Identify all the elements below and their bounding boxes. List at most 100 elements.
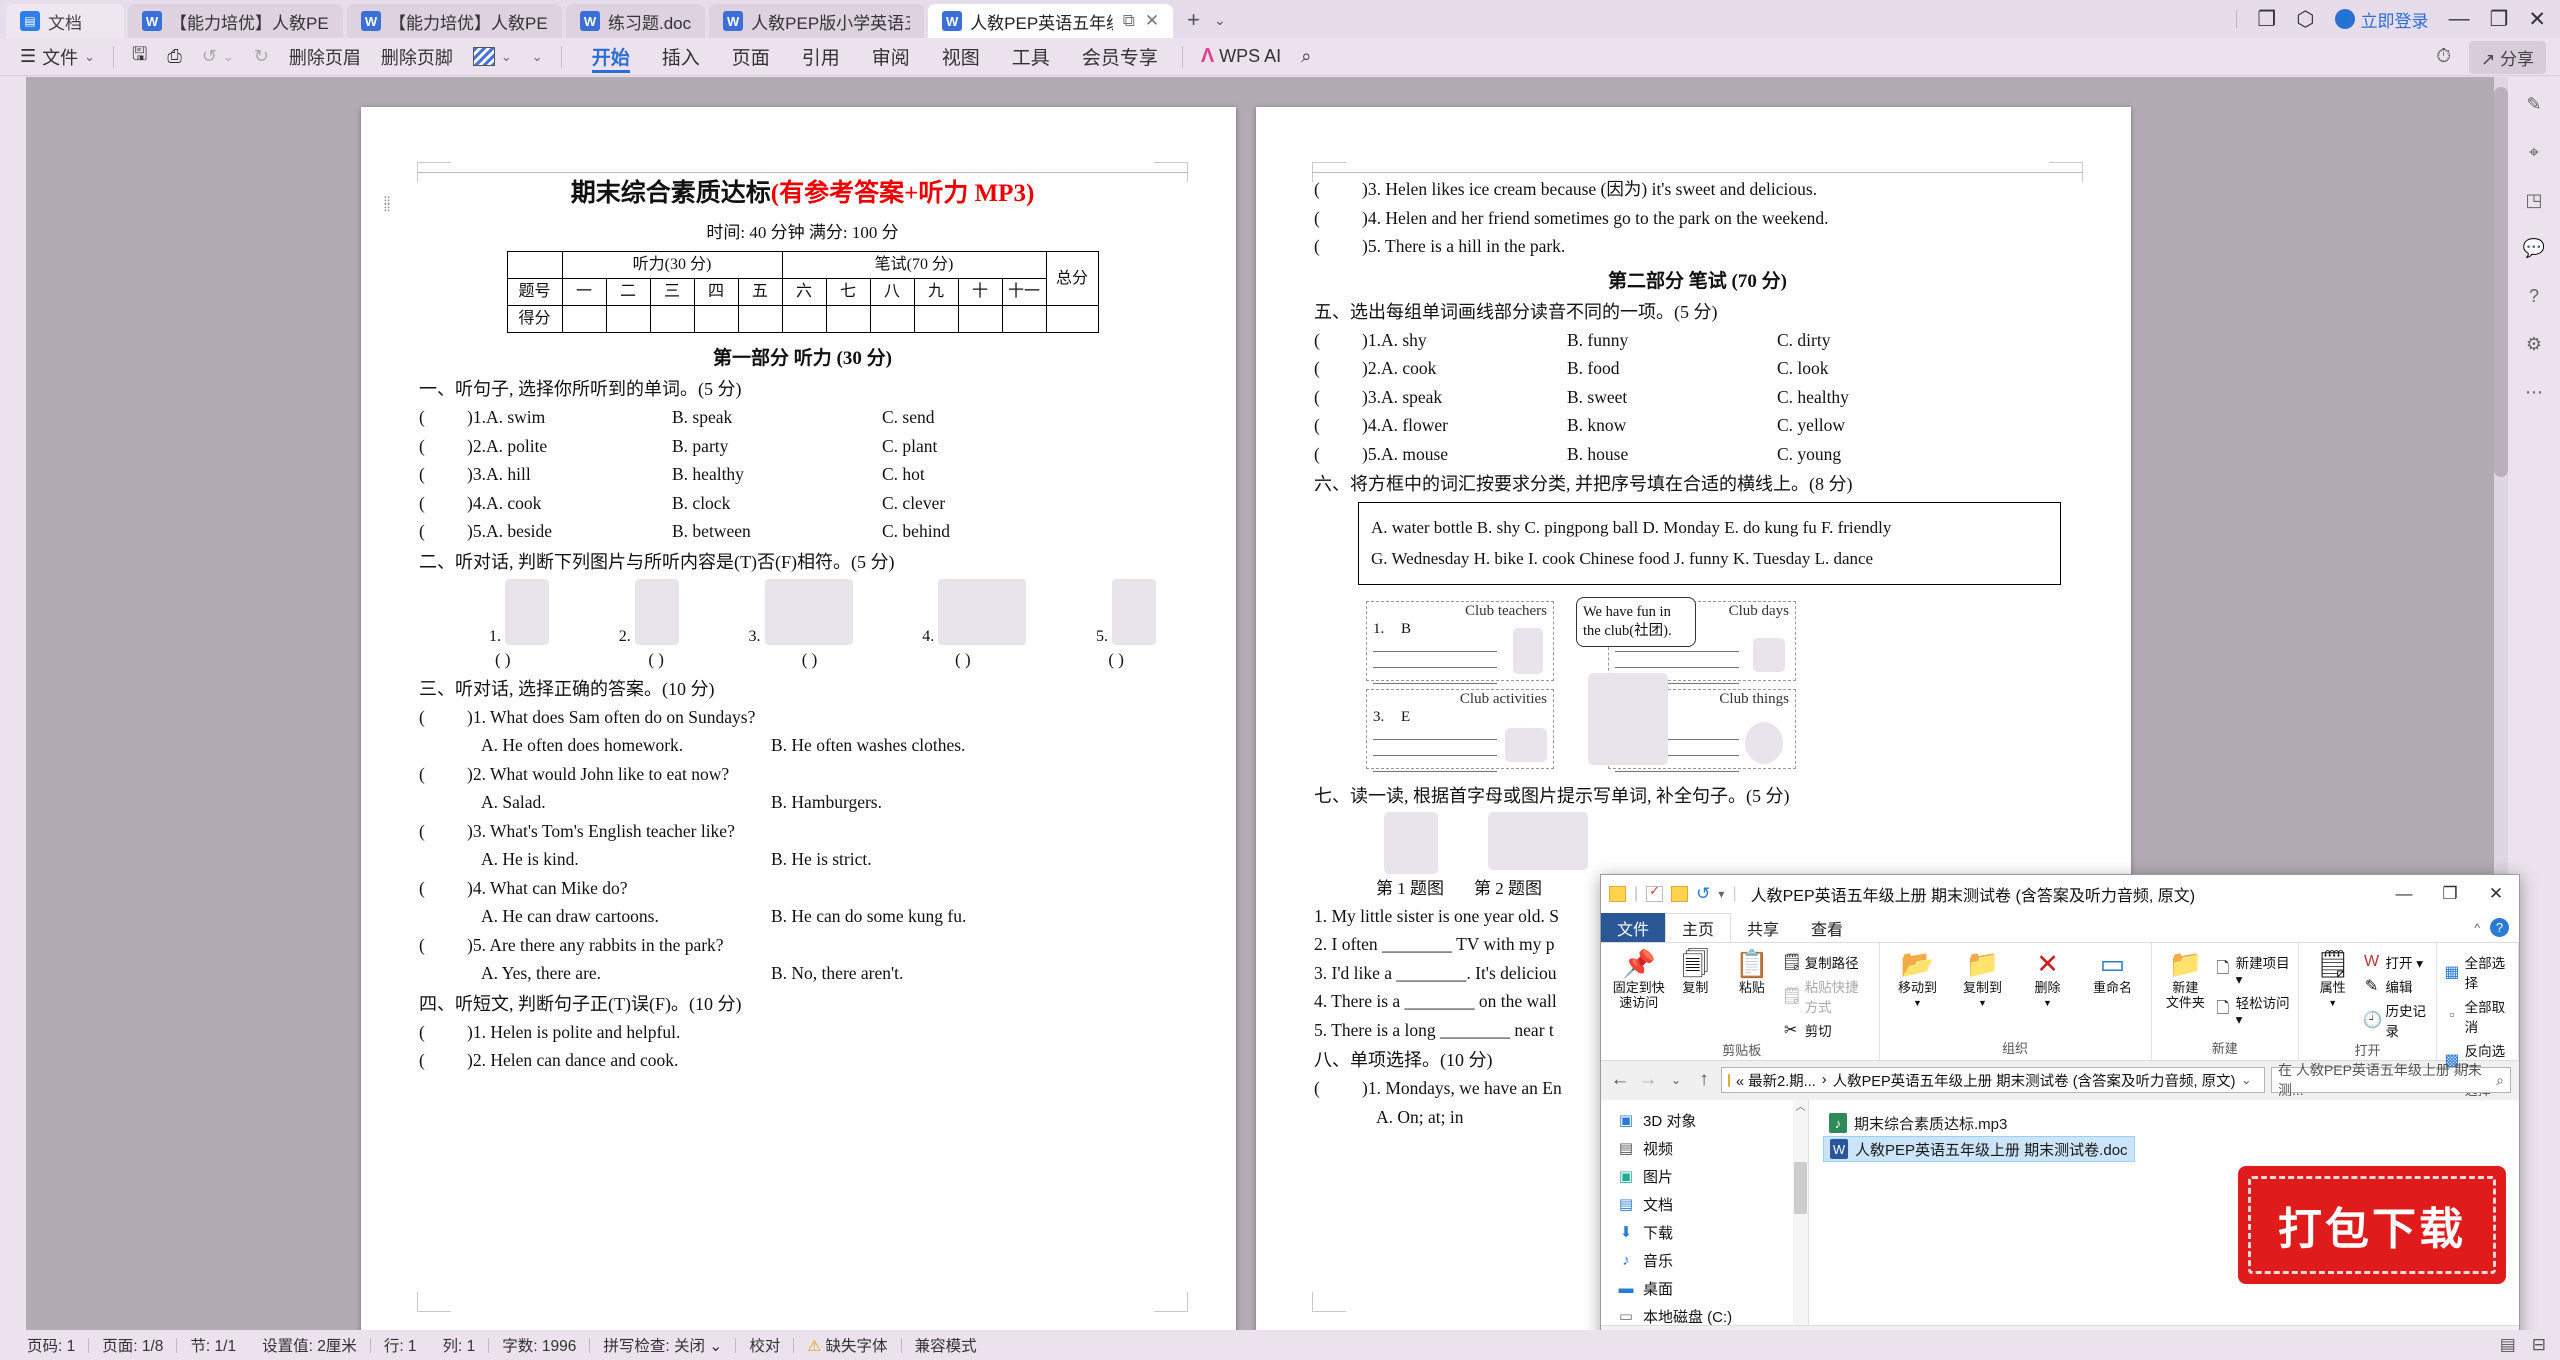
- status-section[interactable]: 节: 1/1: [177, 1334, 249, 1356]
- refresh-icon[interactable]: ↻: [2257, 1072, 2264, 1088]
- explorer-tab-home[interactable]: 主页: [1665, 913, 1732, 942]
- minimize-button[interactable]: —: [2381, 879, 2427, 909]
- status-compat-mode[interactable]: 兼容模式: [902, 1334, 990, 1356]
- tab-doc-4[interactable]: W 人敎PEP版小学英语五年级上册期末高: [709, 4, 925, 38]
- copy-to-button[interactable]: 📁 复制到 ▼: [1952, 949, 2014, 1008]
- window-split-icon[interactable]: ❐: [2257, 7, 2276, 32]
- ribbon-tab-view[interactable]: 视图: [926, 39, 996, 75]
- nav-item-desktop[interactable]: ▬ 桌面: [1601, 1274, 1808, 1302]
- delete-button[interactable]: ✕ 删除 ▼: [2017, 949, 2079, 1008]
- collaborate-icon[interactable]: ⏱: [2436, 46, 2451, 68]
- properties-icon[interactable]: [1646, 883, 1664, 902]
- ribbon-tab-insert[interactable]: 插入: [646, 39, 716, 75]
- scroll-up-icon[interactable]: ︿: [1793, 1100, 1808, 1115]
- status-proofread[interactable]: 校对: [736, 1334, 793, 1356]
- status-line[interactable]: 行: 1: [371, 1334, 430, 1356]
- status-missing-font[interactable]: ⚠ 缺失字体: [794, 1334, 900, 1356]
- ribbon-tab-page[interactable]: 页面: [716, 39, 786, 75]
- status-page-of[interactable]: 页面: 1/8: [89, 1334, 176, 1356]
- breadcrumb-part-2[interactable]: 人敎PEP英语五年级上册 期末测试卷 (含答案及听力音频, 原文): [1833, 1070, 2236, 1091]
- download-badge[interactable]: 打包下载: [2238, 1166, 2506, 1284]
- ribbon-tab-home[interactable]: 开始: [576, 39, 646, 75]
- wps-ai-button[interactable]: Λ WPS AI: [1191, 41, 1291, 73]
- nav-item-videos[interactable]: ▤ 视频: [1601, 1134, 1808, 1162]
- nav-item-3d-objects[interactable]: ▣ 3D 对象: [1601, 1106, 1808, 1134]
- new-tab-button[interactable]: +: [1187, 7, 1200, 33]
- nav-scrollbar-thumb[interactable]: [1794, 1162, 1807, 1214]
- forward-button[interactable]: →: [1637, 1069, 1659, 1091]
- settings-icon[interactable]: ⚙: [2521, 331, 2547, 357]
- pen-icon[interactable]: ✎: [2521, 91, 2547, 117]
- share-button[interactable]: ↗ 分享: [2469, 40, 2546, 74]
- vertical-scrollbar-thumb[interactable]: [2494, 87, 2508, 477]
- file-explorer-window[interactable]: | ↺ ▾ | 人敎PEP英语五年级上册 期末测试卷 (含答案及听力音频, 原文…: [1600, 874, 2520, 1360]
- explorer-title-bar[interactable]: | ↺ ▾ | 人敎PEP英语五年级上册 期末测试卷 (含答案及听力音频, 原文…: [1601, 875, 2519, 913]
- print-button[interactable]: ⎙: [157, 41, 191, 73]
- back-button[interactable]: ←: [1609, 1069, 1631, 1091]
- minimize-button[interactable]: —: [2449, 7, 2470, 31]
- cursor-icon[interactable]: ⌖: [2521, 139, 2547, 165]
- folder-icon[interactable]: [1609, 886, 1626, 902]
- nav-item-documents[interactable]: ▤ 文档: [1601, 1190, 1808, 1218]
- open-button[interactable]: W 打开 ▾: [2363, 952, 2430, 972]
- pin-to-quick-access-button[interactable]: 📌 固定到快 速访问: [1612, 949, 1666, 1011]
- nav-scrollbar[interactable]: ︿: [1793, 1100, 1808, 1325]
- more-quick-access-button[interactable]: ⌄: [522, 41, 553, 73]
- edit-button[interactable]: ✎ 编辑: [2363, 976, 2430, 996]
- new-folder-icon[interactable]: [1671, 886, 1689, 902]
- new-folder-button[interactable]: 📁 新建 文件夹: [2159, 949, 2213, 1011]
- maximize-button[interactable]: ❐: [2490, 7, 2509, 32]
- status-column[interactable]: 列: 1: [430, 1334, 489, 1356]
- search-button[interactable]: ⌕: [1291, 41, 1321, 73]
- address-breadcrumb[interactable]: « 最新2.期... › 人敎PEP英语五年级上册 期末测试卷 (含答案及听力音…: [1721, 1067, 2265, 1093]
- comment-icon[interactable]: 💬: [2521, 235, 2547, 261]
- page-left[interactable]: ⠿ ⠿ 期末综合素质达标(有参考答案+听力 MP3) 时间: 40 分钟 满分: …: [361, 107, 1236, 1330]
- recent-locations-icon[interactable]: ⌄: [1665, 1073, 1687, 1087]
- tab-document-manager[interactable]: ▤ 文档: [6, 4, 124, 38]
- tab-restore-icon[interactable]: ⧉: [1123, 11, 1135, 31]
- delete-footer-button[interactable]: 删除页脚: [371, 41, 463, 73]
- ribbon-tab-member[interactable]: 会员专享: [1066, 39, 1174, 75]
- easy-access-button[interactable]: 🗋 轻松访问 ▾: [2215, 992, 2291, 1028]
- help-icon[interactable]: ?: [2490, 918, 2509, 937]
- ribbon-tab-review[interactable]: 审阅: [856, 39, 926, 75]
- cube-icon[interactable]: ⬡: [2296, 7, 2314, 32]
- paragraph-handle-icon[interactable]: ⠿ ⠿: [383, 197, 395, 221]
- status-word-count[interactable]: 字数: 1996: [489, 1334, 589, 1356]
- club-cell-3[interactable]: Club activities 3. E: [1366, 688, 1554, 772]
- search-input[interactable]: 在 人敎PEP英语五年级上册 期末测... ⌕: [2271, 1062, 2511, 1098]
- tab-doc-2[interactable]: W 【能力培优】人敎PEP版五年级上册英: [347, 4, 562, 38]
- file-menu-button[interactable]: ☰ 文件 ⌄: [10, 41, 105, 73]
- chevron-down-icon[interactable]: ⌄: [2241, 1073, 2251, 1087]
- undo-icon[interactable]: ↺: [1696, 884, 1710, 904]
- rename-button[interactable]: ▭ 重命名: [2082, 949, 2144, 996]
- chevron-down-icon[interactable]: ⌄: [1214, 12, 1226, 29]
- tab-doc-1[interactable]: W 【能力培优】人敎PEP版五年级上册英: [128, 4, 343, 38]
- ribbon-tab-tools[interactable]: 工具: [996, 39, 1066, 75]
- help-icon[interactable]: ?: [2521, 283, 2547, 309]
- zoom-controls[interactable]: ⊟: [2532, 1335, 2546, 1355]
- status-spellcheck[interactable]: 拼写检查: 关闭 ⌄: [590, 1334, 735, 1356]
- close-icon[interactable]: ✕: [1145, 11, 1159, 31]
- redo-button[interactable]: ↻: [244, 41, 279, 73]
- more-icon[interactable]: ⋯: [2521, 379, 2547, 405]
- nav-item-music[interactable]: ♪ 音乐: [1601, 1246, 1808, 1274]
- chevron-down-icon[interactable]: ▾: [1718, 887, 1724, 901]
- copy-button[interactable]: 🗐 复制: [1669, 949, 1723, 996]
- save-button[interactable]: 🖫: [122, 41, 157, 73]
- view-mode-icon[interactable]: ▤: [2500, 1335, 2516, 1355]
- tab-doc-5-active[interactable]: W 人敎PEP英语五年级上册 期末 ⧉ ✕: [928, 4, 1174, 38]
- select-none-button[interactable]: ▫ 全部取消: [2444, 996, 2511, 1036]
- status-page-number[interactable]: 页码: 1: [14, 1334, 88, 1356]
- explorer-tab-view[interactable]: 查看: [1795, 913, 1859, 942]
- nav-item-downloads[interactable]: ⬇ 下载: [1601, 1218, 1808, 1246]
- new-item-button[interactable]: 🗋 新建项目 ▾: [2215, 952, 2291, 988]
- file-item-doc[interactable]: W 人敎PEP英语五年级上册 期末测试卷.doc: [1823, 1136, 2135, 1162]
- properties-button[interactable]: 🗒 属性 ▼: [2306, 949, 2360, 1008]
- breadcrumb-part-1[interactable]: « 最新2.期...: [1736, 1070, 1816, 1091]
- up-button[interactable]: ↑: [1693, 1069, 1715, 1091]
- history-button[interactable]: 🕘 历史记录: [2363, 1000, 2430, 1040]
- highlight-button[interactable]: ⌄: [463, 41, 522, 73]
- close-button[interactable]: ✕: [2528, 7, 2546, 32]
- maximize-button[interactable]: ❐: [2427, 879, 2473, 909]
